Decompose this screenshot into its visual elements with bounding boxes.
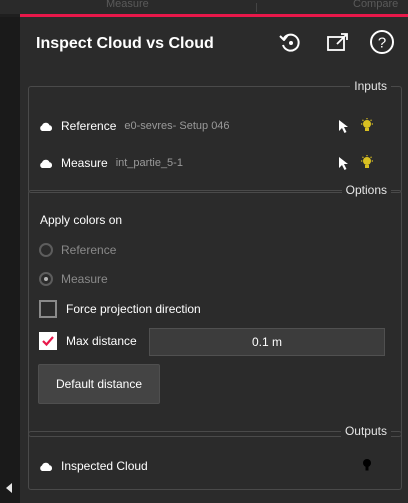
output-bulb-icon[interactable]	[362, 458, 372, 472]
max-distance-label: Max distance	[66, 334, 137, 348]
cloud-icon	[40, 159, 53, 168]
side-collapse-strip[interactable]	[0, 17, 20, 503]
force-projection-label: Force projection direction	[66, 302, 201, 316]
collapse-arrow-icon[interactable]	[6, 483, 12, 493]
reference-value: e0-sevres- Setup 046	[124, 120, 230, 132]
options-legend: Options	[341, 183, 391, 197]
measure-value: int_partie_5-1	[115, 157, 183, 169]
reference-row[interactable]: Reference e0-sevres- Setup 046	[39, 116, 230, 136]
svg-text:?: ?	[378, 35, 386, 52]
pick-measure-cursor-icon[interactable]	[338, 156, 350, 171]
inputs-legend: Inputs	[350, 79, 391, 93]
measure-row[interactable]: Measure int_partie_5-1	[39, 153, 183, 173]
radio-reference-indicator[interactable]	[39, 243, 53, 257]
help-icon[interactable]: ?	[369, 29, 395, 55]
tab-compare[interactable]: Compare	[353, 0, 398, 10]
reference-bulb-icon[interactable]	[360, 118, 374, 134]
max-distance-input[interactable]: 0.1 m	[149, 328, 385, 356]
popout-icon[interactable]	[327, 32, 349, 52]
reference-label: Reference	[61, 119, 117, 133]
inspected-cloud-label: Inspected Cloud	[61, 459, 148, 473]
radio-measure-label: Measure	[61, 272, 108, 286]
checkmark-icon	[42, 336, 54, 347]
radio-measure-indicator[interactable]	[39, 272, 53, 286]
tab-strip: Measure Compare	[0, 0, 408, 14]
radio-reference-label: Reference	[61, 243, 117, 257]
max-distance-checkbox-row[interactable]: Max distance	[39, 332, 137, 350]
measure-bulb-icon[interactable]	[360, 155, 374, 171]
inspected-cloud-row[interactable]: Inspected Cloud	[39, 456, 156, 476]
default-distance-button[interactable]: Default distance	[38, 364, 160, 404]
force-projection-checkbox-row[interactable]: Force projection direction	[39, 300, 201, 318]
force-projection-checkbox[interactable]	[39, 300, 57, 318]
tab-measure[interactable]: Measure	[106, 0, 149, 10]
apply-colors-label: Apply colors on	[40, 213, 123, 227]
inputs-group: Inputs Reference e0-sevres- Setup 046 Me…	[28, 79, 402, 193]
tab-separator	[256, 3, 257, 12]
inspect-panel: Inspect Cloud vs Cloud ? Inputs Referenc…	[20, 17, 408, 503]
radio-reference[interactable]: Reference	[39, 243, 116, 257]
outputs-group: Outputs Inspected Cloud	[28, 424, 402, 490]
cloud-icon	[40, 462, 53, 471]
panel-header: Inspect Cloud vs Cloud ?	[20, 17, 408, 73]
measure-label: Measure	[61, 156, 108, 170]
pick-reference-cursor-icon[interactable]	[338, 119, 350, 134]
reset-icon[interactable]	[278, 30, 302, 54]
max-distance-checkbox[interactable]	[39, 332, 57, 350]
radio-measure[interactable]: Measure	[39, 272, 108, 286]
panel-title: Inspect Cloud vs Cloud	[36, 35, 214, 52]
outputs-legend: Outputs	[340, 424, 391, 438]
cloud-icon	[40, 122, 53, 131]
